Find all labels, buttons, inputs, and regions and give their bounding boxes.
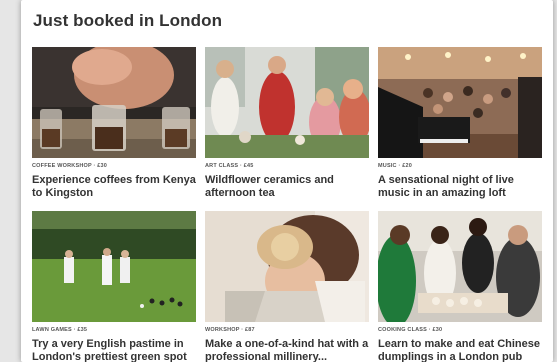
experience-card-music[interactable]: MUSIC · £20 A sensational night of live … bbox=[378, 47, 542, 200]
experience-title[interactable]: A sensational night of live music in an … bbox=[378, 174, 542, 200]
experience-category: LAWN GAMES · £35 bbox=[32, 327, 88, 333]
just-booked-section: Just booked in London COFFEE WORKSHOP · … bbox=[21, 0, 553, 362]
experience-card-lawn-games[interactable]: LAWN GAMES · £35 Try a very English past… bbox=[32, 211, 196, 362]
experience-category: MUSIC · £20 bbox=[378, 163, 412, 169]
experience-card-coffee[interactable]: COFFEE WORKSHOP · £30 Experience coffees… bbox=[32, 47, 196, 200]
experience-card-workshop[interactable]: WORKSHOP · £87 Make a one-of-a-kind hat … bbox=[205, 211, 369, 362]
experience-title[interactable]: Make a one-of-a-kind hat with a professi… bbox=[205, 338, 369, 362]
experience-category: COFFEE WORKSHOP · £30 bbox=[32, 163, 107, 169]
section-heading: Just booked in London bbox=[33, 11, 223, 30]
hat-making-photo[interactable] bbox=[205, 211, 369, 322]
experience-title[interactable]: Try a very English pastime in London's p… bbox=[32, 338, 196, 362]
experience-category: COOKING CLASS · £30 bbox=[378, 327, 443, 333]
coffee-tasting-photo[interactable] bbox=[32, 47, 196, 158]
experience-title[interactable]: Learn to make and eat Chinese dumplings … bbox=[378, 338, 542, 362]
experience-category: WORKSHOP · £87 bbox=[205, 327, 255, 333]
experience-category: ART CLASS · £45 bbox=[205, 163, 254, 169]
experience-title[interactable]: Wildflower ceramics and afternoon tea bbox=[205, 174, 369, 200]
dumpling-class-photo[interactable] bbox=[378, 211, 542, 322]
experience-card-ceramics[interactable]: ART CLASS · £45 Wildflower ceramics and … bbox=[205, 47, 369, 200]
live-music-photo[interactable] bbox=[378, 47, 542, 158]
ceramics-class-photo[interactable] bbox=[205, 47, 369, 158]
experience-card-cooking[interactable]: COOKING CLASS · £30 Learn to make and ea… bbox=[378, 211, 542, 362]
lawn-bowls-photo[interactable] bbox=[32, 211, 196, 322]
experience-title[interactable]: Experience coffees from Kenya to Kingsto… bbox=[32, 174, 196, 200]
